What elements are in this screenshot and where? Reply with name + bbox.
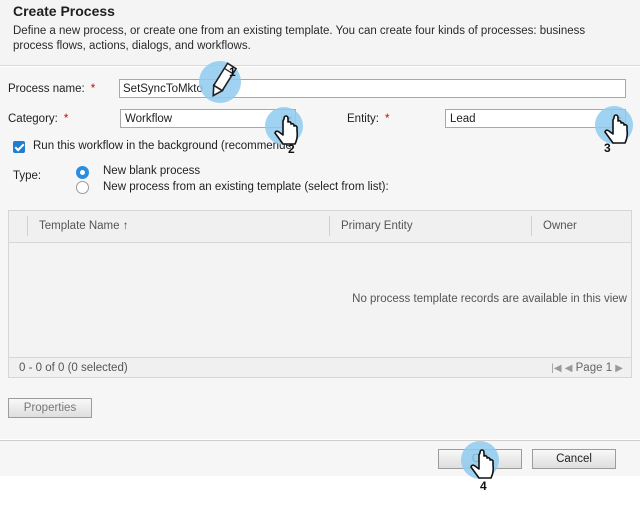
cancel-button[interactable]: Cancel — [532, 449, 616, 469]
previous-page-icon[interactable]: ◀ — [565, 363, 573, 374]
pencil-marker-icon: 1 — [199, 61, 241, 103]
next-page-icon[interactable]: ▶ — [615, 363, 623, 374]
column-template-name[interactable]: Template Name ↑ — [39, 220, 128, 232]
dialog-header: Create Process Define a new process, or … — [0, 0, 640, 66]
column-divider — [531, 216, 532, 236]
dialog-footer: OK Cancel — [0, 440, 640, 476]
type-option-blank-label[interactable]: New blank process — [103, 165, 200, 177]
hand-cursor-marker-icon: 4 — [461, 441, 499, 493]
template-grid: Template Name ↑ Primary Entity Owner No … — [8, 210, 632, 378]
dialog-title: Create Process — [13, 3, 115, 19]
required-marker: * — [63, 113, 69, 125]
required-marker: * — [90, 83, 96, 95]
category-label: Category: * — [8, 113, 69, 125]
properties-button[interactable]: Properties — [8, 398, 92, 418]
step-number: 1 — [229, 65, 236, 79]
type-label: Type: — [13, 170, 42, 182]
step-number: 4 — [480, 479, 487, 493]
hand-cursor-marker-icon: 2 — [265, 107, 303, 156]
grid-header: Template Name ↑ Primary Entity Owner — [9, 211, 631, 243]
bottom-strip — [0, 476, 640, 508]
column-divider — [329, 216, 330, 236]
run-in-background-label[interactable]: Run this workflow in the background (rec… — [33, 140, 292, 152]
form-area: Process name: * SetSyncToMkto Category: * … — [0, 67, 640, 439]
record-count: 0 - 0 of 0 (0 selected) — [19, 362, 128, 374]
dialog-description: Define a new process, or create one from… — [13, 25, 586, 52]
entity-value: Lead — [450, 113, 476, 125]
step-number: 2 — [288, 142, 295, 156]
grid-footer: 0 - 0 of 0 (0 selected) |◀ ◀ Page 1 ▶ — [9, 357, 631, 377]
first-page-icon[interactable]: |◀ — [551, 363, 561, 374]
column-divider — [27, 216, 28, 236]
entity-label: Entity: * — [347, 113, 390, 125]
process-name-label: Process name: * — [8, 83, 96, 95]
page-label: Page 1 — [575, 362, 613, 374]
category-value: Workflow — [125, 113, 173, 125]
required-marker: * — [384, 113, 390, 125]
run-in-background-checkbox[interactable] — [13, 141, 25, 153]
type-radio-blank[interactable] — [76, 166, 89, 179]
hand-cursor-marker-icon: 3 — [595, 106, 633, 155]
column-owner[interactable]: Owner — [543, 220, 577, 232]
pager: |◀ ◀ Page 1 ▶ — [551, 362, 623, 374]
type-option-template-label[interactable]: New process from an existing template (s… — [103, 181, 389, 193]
grid-empty-message: No process template records are availabl… — [352, 293, 627, 305]
step-number: 3 — [604, 141, 611, 155]
column-primary-entity[interactable]: Primary Entity — [341, 220, 413, 232]
type-radio-template[interactable] — [76, 181, 89, 194]
